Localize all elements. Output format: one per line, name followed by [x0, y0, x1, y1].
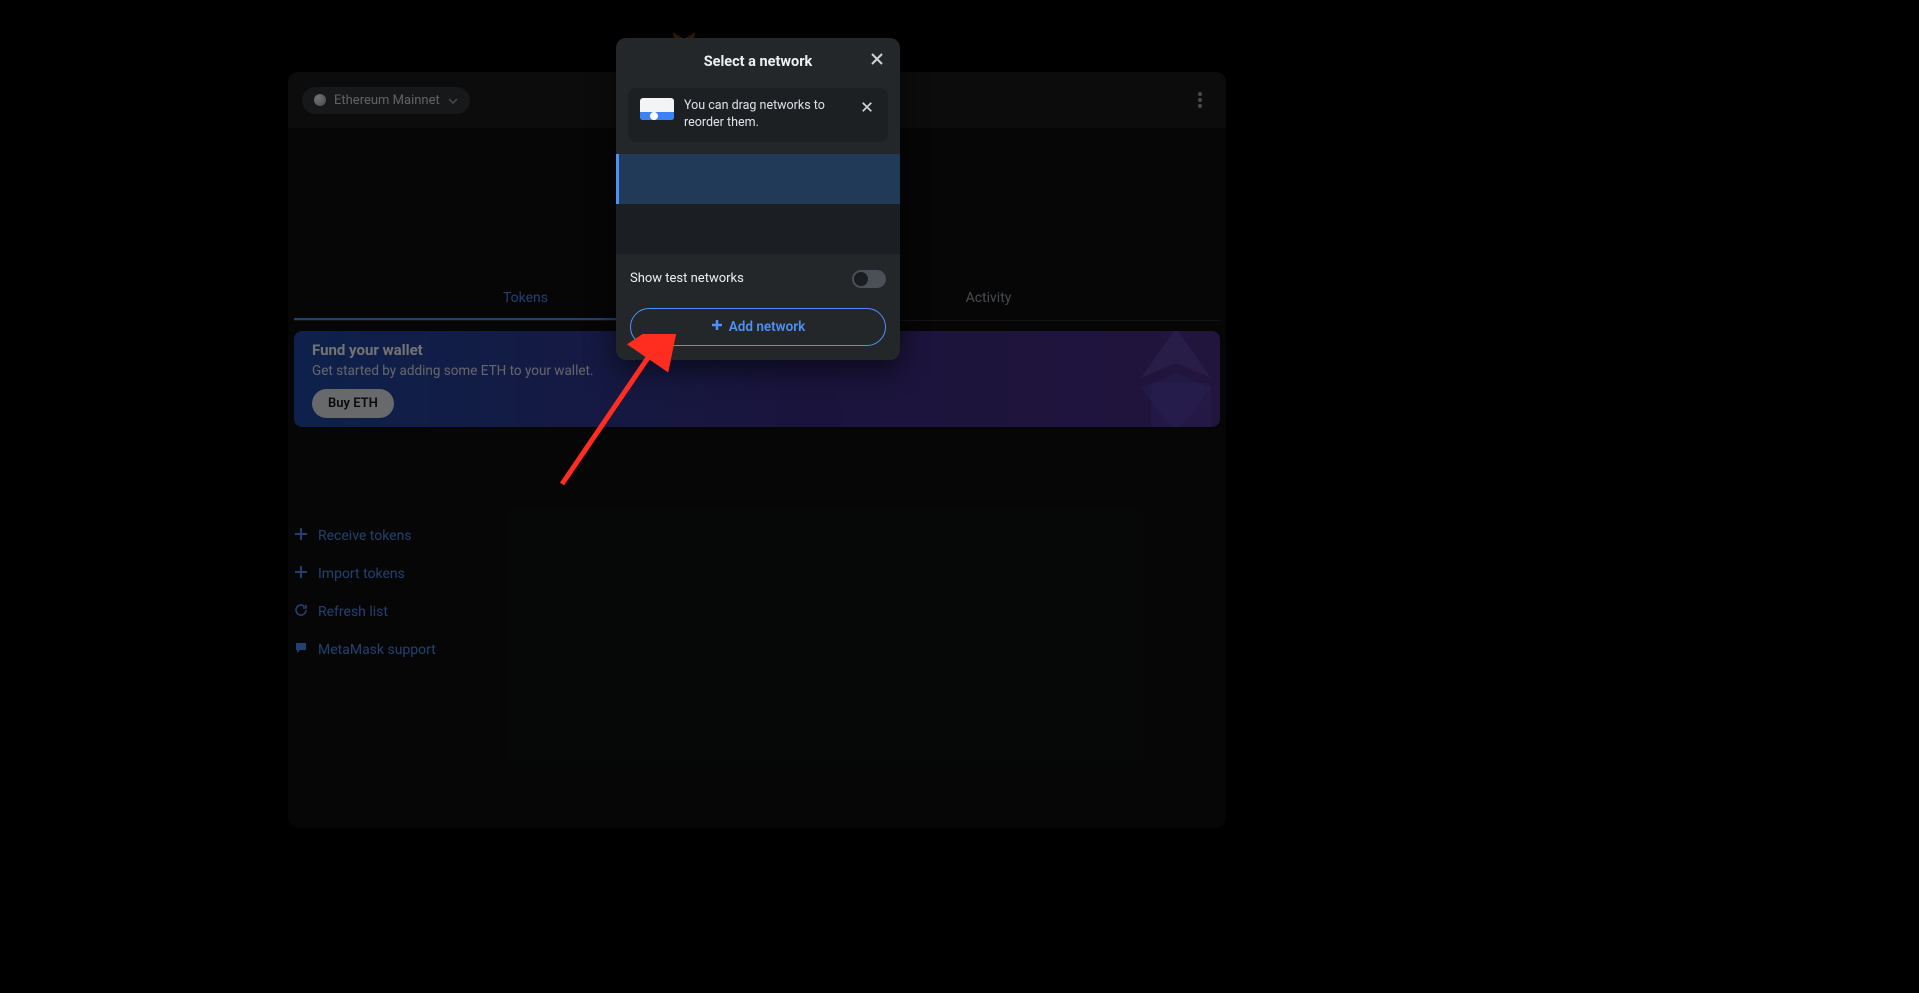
- network-item[interactable]: [616, 204, 900, 254]
- show-test-networks-label: Show test networks: [630, 271, 744, 286]
- tip-close-button[interactable]: [858, 98, 876, 116]
- network-selector-chip[interactable]: Ethereum Mainnet: [302, 87, 470, 114]
- refresh-icon: [294, 603, 308, 621]
- add-network-label: Add network: [729, 319, 806, 335]
- plus-icon: [294, 527, 308, 545]
- modal-close-button[interactable]: [866, 50, 888, 72]
- network-name-label: Ethereum Mainnet: [334, 93, 440, 108]
- network-list: [616, 154, 900, 254]
- buy-eth-label: Buy ETH: [328, 396, 378, 411]
- ethereum-icon: [314, 94, 326, 106]
- receive-tokens-label: Receive tokens: [318, 528, 412, 544]
- modal-header: Select a network: [616, 38, 900, 84]
- close-icon: [861, 98, 873, 117]
- add-network-button[interactable]: Add network: [630, 308, 886, 346]
- drag-tip-icon: [640, 98, 674, 120]
- fund-subtitle: Get started by adding some ETH to your w…: [312, 363, 1202, 379]
- plus-icon: [294, 565, 308, 583]
- more-menu-button[interactable]: [1188, 88, 1212, 112]
- metamask-support-link[interactable]: MetaMask support: [294, 641, 1220, 659]
- metamask-support-label: MetaMask support: [318, 642, 436, 658]
- toggle-knob: [854, 272, 868, 286]
- chat-icon: [294, 641, 308, 659]
- tab-activity-label: Activity: [966, 290, 1012, 306]
- buy-eth-button[interactable]: Buy ETH: [312, 389, 394, 418]
- receive-tokens-link[interactable]: Receive tokens: [294, 527, 1220, 545]
- plus-icon: [711, 319, 723, 335]
- close-icon: [870, 52, 884, 70]
- show-test-networks-toggle[interactable]: [852, 270, 886, 288]
- select-network-modal: Select a network You can drag networks t…: [616, 38, 900, 360]
- network-item-selected[interactable]: [616, 154, 900, 204]
- import-tokens-link[interactable]: Import tokens: [294, 565, 1220, 583]
- show-test-networks-row: Show test networks: [616, 254, 900, 294]
- chevron-down-icon: [448, 95, 458, 105]
- modal-title: Select a network: [704, 53, 813, 70]
- import-tokens-label: Import tokens: [318, 566, 405, 582]
- drag-tip-text: You can drag networks to reorder them.: [684, 98, 848, 132]
- token-action-links: Receive tokens Import tokens Refresh lis…: [294, 527, 1220, 659]
- refresh-list-link[interactable]: Refresh list: [294, 603, 1220, 621]
- tab-tokens-label: Tokens: [503, 290, 548, 306]
- refresh-list-label: Refresh list: [318, 604, 388, 620]
- drag-tip-banner: You can drag networks to reorder them.: [628, 88, 888, 142]
- fund-illustration-icon: [1116, 331, 1220, 427]
